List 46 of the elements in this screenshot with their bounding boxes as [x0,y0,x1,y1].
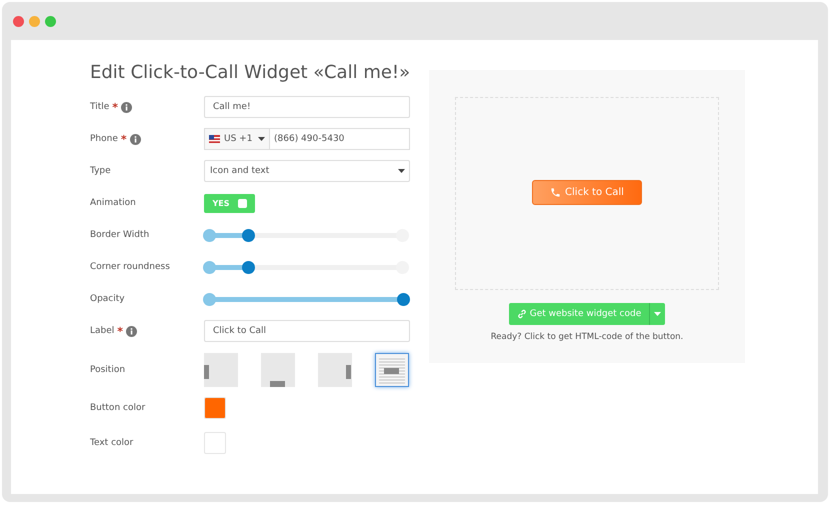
field-label: Border Width [90,230,150,240]
field-label: Type [90,166,111,176]
dropdown-toggle[interactable] [649,303,666,325]
color-swatch[interactable] [204,397,226,419]
slider-handle[interactable] [397,292,410,306]
phone-icon [550,186,562,198]
maximize-dot[interactable] [45,16,56,26]
slider[interactable] [202,260,410,274]
field-label: Title [90,102,110,112]
text-field[interactable]: Click to Call [204,320,410,342]
required-asterisk: * [117,324,124,338]
info-icon[interactable] [121,102,132,112]
text-field[interactable]: Call me! [204,96,410,118]
minimize-dot[interactable] [29,16,40,26]
slider-handle[interactable] [242,228,255,242]
hint-text: Ready? Click to get HTML-code of the button. [490,332,684,342]
close-dot[interactable] [13,16,24,26]
info-icon[interactable] [126,326,138,336]
slider-handle[interactable] [203,260,216,274]
slider[interactable] [202,228,410,242]
page-heading: Edit Click-to-Call Widget «Call me!» [90,62,412,83]
slider-handle[interactable] [203,292,216,306]
required-asterisk: * [112,100,118,114]
slider-handle[interactable] [203,228,216,242]
required-asterisk: * [120,132,127,146]
field-label: Animation [90,198,136,208]
field-label: Opacity [90,294,125,304]
phone-field[interactable]: (866) 490-5430 [270,128,410,150]
info-icon[interactable] [130,134,141,144]
field-label: Button color [90,403,146,413]
position-option[interactable] [375,353,409,387]
field-label: Phone [90,134,118,144]
flag-icon [209,135,220,143]
field-label: Text color [90,438,134,448]
slider[interactable] [202,292,410,306]
field-label: Label [90,326,114,336]
caret-icon [654,312,662,316]
color-swatch[interactable] [204,432,226,454]
link-icon [516,309,527,319]
field-label: Position [90,365,126,375]
field-label: Corner roundness [90,262,170,272]
slider-handle[interactable] [242,260,255,274]
type-dropdown[interactable]: Icon and text [204,160,410,182]
country-dropdown[interactable]: US +1 [204,128,270,150]
caret-icon [258,137,265,141]
caret-icon [398,169,405,173]
